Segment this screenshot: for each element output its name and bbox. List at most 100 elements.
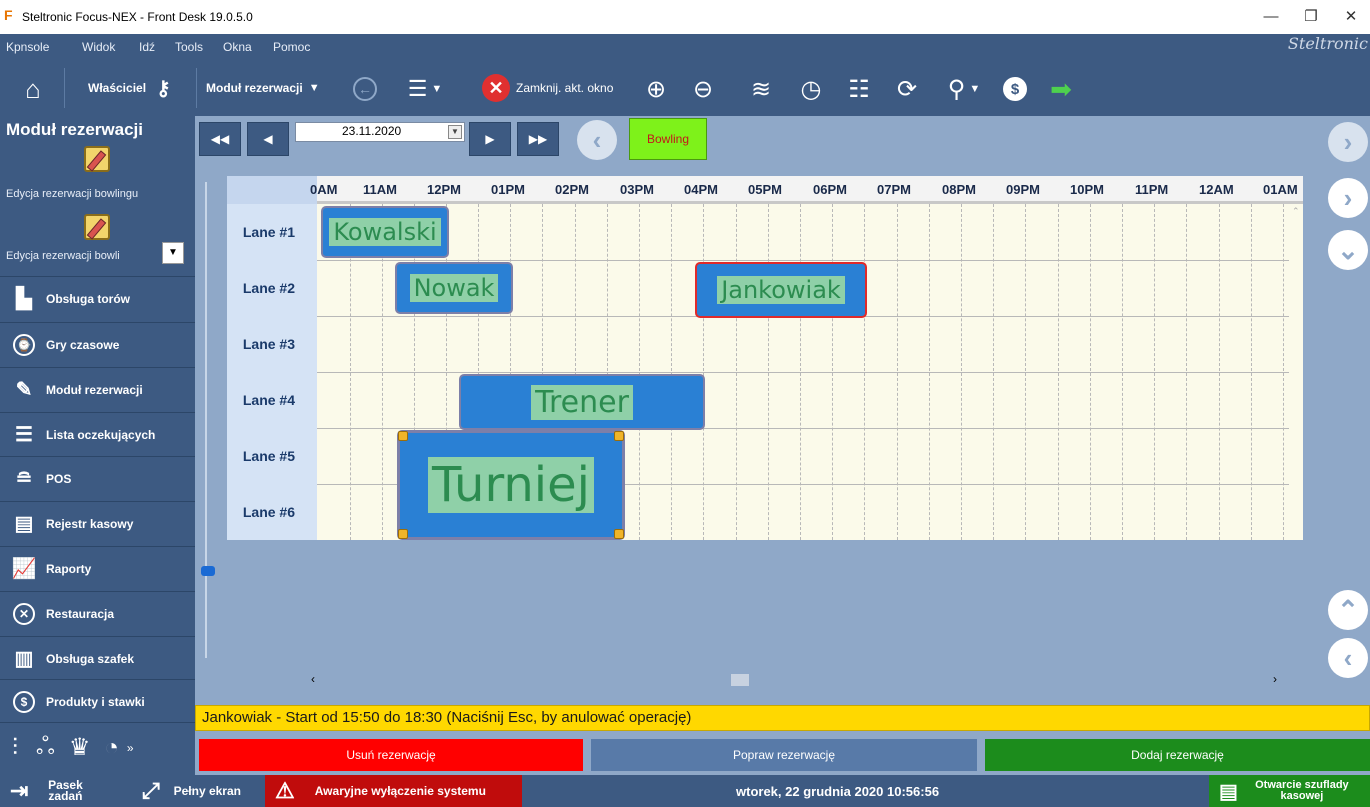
lane-column-header: [227, 176, 317, 204]
server-icon[interactable]: ☰ ▼: [408, 74, 443, 104]
menu-okna[interactable]: Okna: [223, 40, 252, 54]
title-bar: F Steltronic Focus-NEX - Front Desk 19.0…: [0, 0, 1370, 34]
first-page-button[interactable]: ◀◀: [199, 122, 241, 156]
restore-icon[interactable]: ❐: [1296, 6, 1326, 28]
dollar-icon[interactable]: $: [1000, 74, 1030, 104]
reservation-block[interactable]: Nowak: [395, 262, 513, 314]
chevron-left-icon[interactable]: ‹: [1328, 638, 1368, 678]
edit-pencil-icon[interactable]: [84, 214, 110, 240]
vertical-scrollbar[interactable]: ⌃: [1289, 204, 1303, 540]
zoom-in-icon[interactable]: ⊕: [641, 74, 671, 104]
sidebar-item-lanes[interactable]: ▙ Obsługa torów: [0, 276, 195, 320]
sidebar-item-label: Obsługa torów: [46, 291, 130, 306]
close-window-icon[interactable]: ✕: [1336, 6, 1366, 28]
chevron-left-icon[interactable]: ‹: [577, 120, 617, 160]
hour-label: 05PM: [748, 182, 782, 197]
zoom-slider-thumb[interactable]: [201, 566, 215, 576]
chevron-left-icon[interactable]: ‹: [311, 672, 315, 686]
minimize-icon[interactable]: —: [1256, 6, 1286, 28]
scrollbar-thumb[interactable]: [731, 674, 749, 686]
hour-label: 03PM: [620, 182, 654, 197]
lock-icon: [614, 431, 624, 441]
chevron-up-icon[interactable]: ⌃: [1328, 590, 1368, 630]
lane-label: Lane #2: [242, 280, 295, 296]
status-message: Jankowiak - Start od 15:50 do 18:30 (Nac…: [195, 705, 1370, 731]
sidebar-item-waitlist[interactable]: ☰ Lista oczekujących: [0, 412, 195, 456]
sidebar-item-restaurant[interactable]: ✕ Restauracja: [0, 591, 195, 635]
hour-label: 07PM: [877, 182, 911, 197]
menu-idz[interactable]: Idź: [139, 40, 155, 54]
chevron-right-icon[interactable]: ›: [1328, 178, 1368, 218]
forward-arrow-icon[interactable]: ➡: [1046, 74, 1076, 104]
module-label: Moduł rezerwacji: [206, 81, 303, 95]
sidebar-item-reservations[interactable]: ✎ Moduł rezerwacji: [0, 367, 195, 411]
emergency-shutdown-button[interactable]: ⚠ Awaryjne wyłączenie systemu: [265, 775, 522, 807]
chevron-up-icon[interactable]: ⌃: [1292, 206, 1300, 217]
list-view-icon[interactable]: ☷: [844, 74, 874, 104]
close-window-button[interactable]: ✕ Zamknij. akt. okno: [482, 60, 613, 116]
prev-page-button[interactable]: ◀: [247, 122, 289, 156]
window-title: Steltronic Focus-NEX - Front Desk 19.0.5…: [22, 10, 253, 24]
menu-pomoc[interactable]: Pomoc: [273, 40, 310, 54]
chevron-down-icon[interactable]: ▼: [448, 125, 462, 139]
refresh-icon[interactable]: ⟳: [892, 74, 922, 104]
owner-button[interactable]: Właściciel ⚷: [88, 60, 171, 116]
home-icon[interactable]: ⌂: [18, 74, 48, 104]
horizontal-scrollbar[interactable]: ‹ ›: [307, 672, 1299, 688]
taskbar-button[interactable]: ⇥ Pasek zadań: [10, 775, 90, 807]
more-icon[interactable]: »: [127, 741, 134, 755]
chevron-down-icon[interactable]: ▼: [162, 242, 184, 264]
next-page-button[interactable]: ▶: [469, 122, 511, 156]
people-icon[interactable]: ஃ: [36, 733, 55, 763]
zoom-slider-track[interactable]: [205, 182, 207, 658]
reservation-block[interactable]: Kowalski: [321, 206, 449, 258]
edit-reservation-button[interactable]: Popraw rezerwację: [591, 739, 977, 771]
clock-icon[interactable]: ◷: [796, 74, 826, 104]
sidebar-item-timed-games[interactable]: ⌚ Gry czasowe: [0, 322, 195, 366]
edit-pencil-icon[interactable]: [84, 146, 110, 172]
reservation-block[interactable]: Trener: [459, 374, 705, 430]
hour-label: 04PM: [684, 182, 718, 197]
locker-icon: ▥: [14, 648, 34, 670]
trophy-icon[interactable]: ♛: [69, 733, 91, 762]
fullscreen-icon: ⤢: [142, 778, 160, 803]
open-cash-drawer-button[interactable]: ▤ Otwarcie szuflady kasowej: [1209, 775, 1370, 807]
sidebar-item-label: Lista oczekujących: [46, 427, 156, 442]
menu-widok[interactable]: Widok: [82, 40, 115, 54]
fullscreen-label: Pełny ekran: [173, 784, 241, 798]
settings-sliders-icon[interactable]: ⫶: [12, 734, 18, 762]
sidebar-item-products[interactable]: $ Produkty i stawki: [0, 679, 195, 723]
chevron-down-icon[interactable]: ⌄: [1328, 230, 1368, 270]
chevron-right-icon[interactable]: ›: [1273, 672, 1277, 686]
chevron-right-icon[interactable]: ›: [1328, 122, 1368, 162]
reservation-block[interactable]: Turniej: [397, 430, 625, 540]
menu-konsole[interactable]: Kpnsole: [6, 40, 49, 54]
gauge-icon[interactable]: ◔: [104, 734, 119, 762]
add-reservation-button[interactable]: Dodaj rezerwację: [985, 739, 1370, 771]
date-picker[interactable]: 23.11.2020 ▼: [295, 122, 465, 142]
edit-bowling-item[interactable]: Edycja rezerwacji bowli: [6, 250, 120, 262]
back-circle-icon[interactable]: ←: [350, 74, 380, 104]
sidebar-item-reports[interactable]: 📈 Raporty: [0, 546, 195, 590]
reservation-block-selected[interactable]: Jankowiak: [695, 262, 867, 318]
sidebar-item-label: Obsługa szafek: [46, 651, 135, 666]
lock-icon: [398, 529, 408, 539]
edit-bowling-item[interactable]: Edycja rezerwacji bowlingu: [6, 188, 138, 200]
delete-reservation-button[interactable]: Usuń rezerwację: [199, 739, 583, 771]
menu-tools[interactable]: Tools: [175, 40, 203, 54]
sidebar-item-pos[interactable]: ≘ POS: [0, 456, 195, 500]
sidebar-item-lockers[interactable]: ▥ Obsługa szafek: [0, 636, 195, 680]
sidebar-item-cash-register[interactable]: ▤ Rejestr kasowy: [0, 501, 195, 545]
sidebar-item-label: Restauracja: [46, 606, 115, 621]
zoom-out-icon[interactable]: ⊖: [688, 74, 718, 104]
module-dropdown[interactable]: Moduł rezerwacji ▼: [206, 60, 320, 116]
warning-icon: ⚠: [275, 778, 295, 803]
taskbar-label: Pasek zadań: [48, 778, 83, 803]
search-dropdown-icon[interactable]: ⚲ ▼: [942, 74, 986, 104]
lane-label: Lane #5: [242, 448, 295, 464]
hour-label: 01AM: [1263, 182, 1298, 197]
fullscreen-button[interactable]: ⤢ Pełny ekran: [142, 775, 241, 807]
bowling-pins-icon[interactable]: ≋: [746, 74, 776, 104]
bowling-filter-button[interactable]: Bowling: [629, 118, 707, 160]
last-page-button[interactable]: ▶▶: [517, 122, 559, 156]
